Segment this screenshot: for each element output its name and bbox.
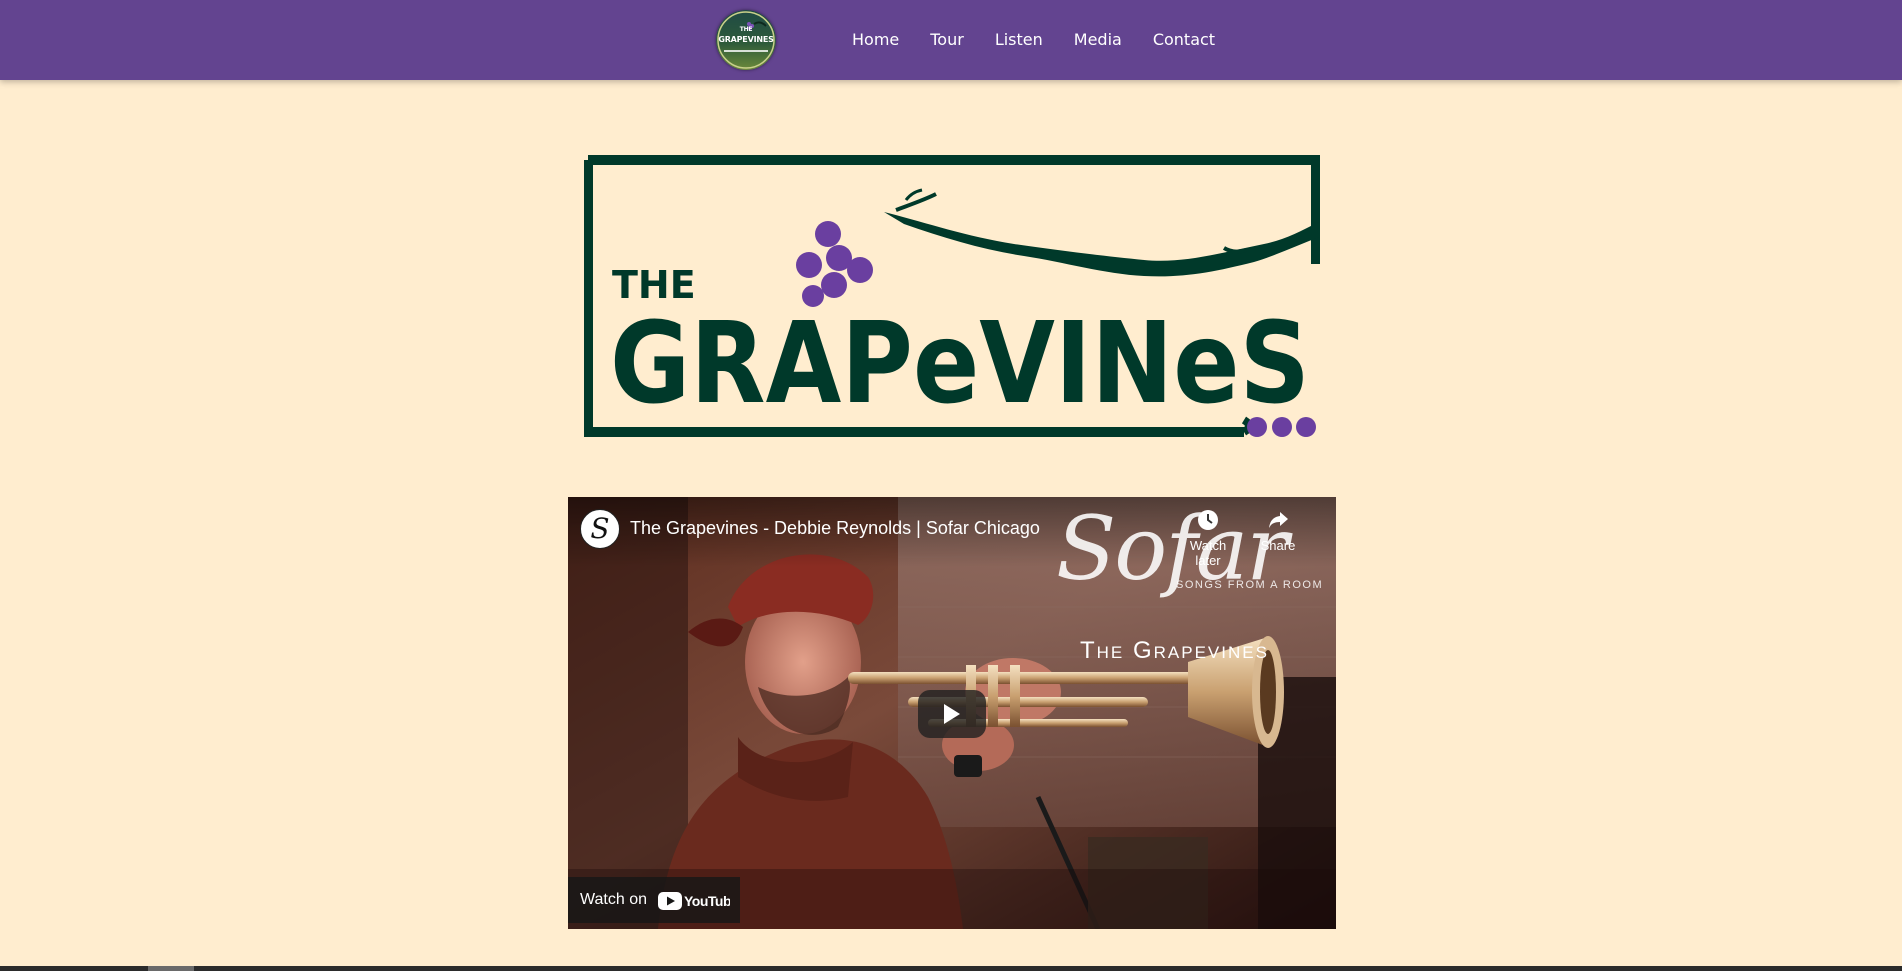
site-header: THE GRAPEVINES Home Tour Listen Media Co… [0, 0, 1902, 80]
watch-later-label: Watch later [1189, 538, 1227, 568]
badge-name-text: GRAPEVINES [718, 35, 774, 44]
play-icon [944, 704, 960, 724]
channel-avatar-letter: S [590, 512, 610, 545]
youtube-logo-text: YouTube [684, 893, 730, 909]
share-icon [1269, 512, 1288, 528]
badge-the-text: THE [739, 26, 753, 33]
share-label: Share [1260, 538, 1296, 553]
video-band-name: The Grapevines [1080, 637, 1269, 664]
video-title[interactable]: The Grapevines - Debbie Reynolds | Sofar… [630, 517, 1040, 539]
nav-logo-link[interactable]: THE GRAPEVINES [716, 10, 776, 70]
youtube-logo-icon: YouTube [658, 892, 730, 910]
clock-icon [1198, 510, 1218, 530]
youtube-embed[interactable]: S The Grapevines - Debbie Reynolds | Sof… [568, 497, 1336, 929]
nav-link-home[interactable]: Home [852, 30, 899, 50]
watch-later-button[interactable]: Watch later [1178, 509, 1238, 568]
nav-link-listen[interactable]: Listen [995, 30, 1043, 50]
watch-on-youtube-button[interactable]: Watch on YouTube [568, 877, 740, 923]
watch-on-label: Watch on [580, 891, 647, 908]
logo-name-text: GRAPeVINeS [610, 299, 1310, 429]
nav-link-contact[interactable]: Contact [1153, 30, 1215, 50]
sofar-tagline: SONGS FROM A ROOM [1176, 579, 1324, 591]
nav-link-tour[interactable]: Tour [930, 30, 964, 50]
main-nav: Home Tour Listen Media Contact [852, 30, 1215, 50]
nav-link-media[interactable]: Media [1074, 30, 1122, 50]
band-logo: THE GRAPeVINeS [583, 152, 1321, 442]
bottom-scroll-thumb[interactable] [148, 966, 194, 971]
band-logo-graphic: THE GRAPeVINeS [583, 155, 1321, 437]
page-bottom-bar [0, 966, 1902, 971]
channel-avatar[interactable]: S [580, 509, 620, 549]
share-button[interactable]: Share [1248, 509, 1308, 553]
play-button[interactable] [918, 690, 986, 738]
